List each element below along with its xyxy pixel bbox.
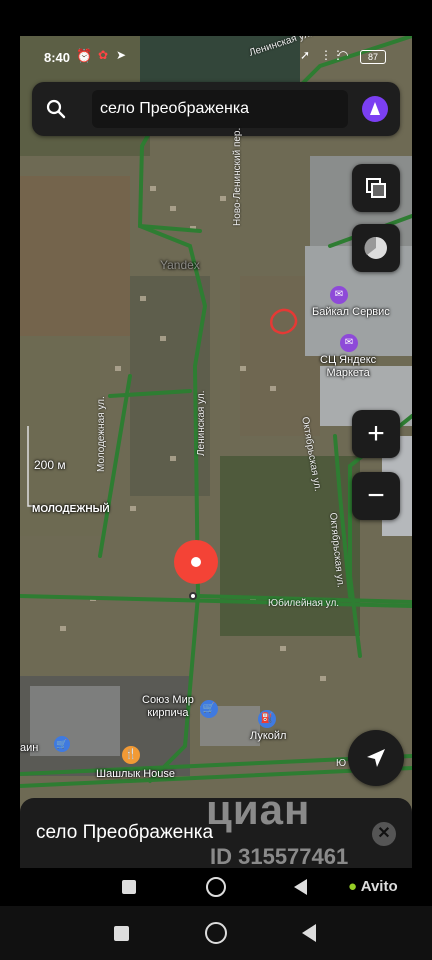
map-pin-icon [174, 540, 218, 584]
search-bar[interactable]: село Преображенка [32, 82, 400, 136]
alarm-icon: ⏰ [76, 48, 93, 63]
layers-icon [366, 178, 386, 198]
cian-watermark: циан [206, 786, 311, 833]
search-icon[interactable] [46, 99, 66, 119]
scale-label: 200 м [34, 458, 66, 472]
close-icon: ✕ [377, 825, 391, 842]
alice-voice-assistant-icon[interactable] [362, 96, 388, 122]
recents-icon[interactable] [122, 880, 136, 894]
back-icon[interactable] [302, 924, 317, 942]
place-title: село Преображенка [36, 822, 214, 843]
avito-logo-icon: ● [348, 878, 358, 895]
restaurant-poi-icon[interactable]: 🍴 [122, 746, 140, 764]
wifi-icon: ◠ [338, 48, 349, 62]
yandex-watermark: Yandex [160, 258, 200, 272]
street-label: Ленинская ул. [196, 390, 207, 457]
zoom-out-button[interactable]: − [352, 472, 400, 520]
night-mode-button[interactable] [352, 224, 400, 272]
poi-label[interactable]: Шашлык House [96, 768, 175, 780]
fuel-poi-icon[interactable]: ⛽ [258, 710, 276, 728]
contrast-icon [364, 236, 387, 259]
poi-label[interactable]: СЦ Яндекс Маркета [320, 354, 376, 380]
close-card-button[interactable]: ✕ [372, 822, 396, 846]
location-pin[interactable] [172, 538, 220, 599]
poi-label[interactable]: Лукойл [250, 730, 286, 742]
listing-id-watermark: ID 315577461 [210, 844, 349, 869]
service-poi-icon[interactable]: ✉ [340, 334, 358, 352]
notification-icon: ✿ [98, 48, 109, 62]
poi-label[interactable]: Союз Мир кирпича [142, 694, 194, 720]
navigation-arrow-icon [367, 749, 385, 767]
location-status-icon: ➚ [300, 48, 311, 62]
pin-anchor-dot [189, 592, 197, 600]
top-black-bar [0, 0, 432, 36]
back-icon[interactable] [294, 879, 308, 895]
status-time: 8:40 [44, 50, 71, 65]
plus-icon: + [367, 417, 385, 450]
shop-poi-icon[interactable]: 🛒 [54, 736, 70, 752]
zoom-in-button[interactable]: + [352, 410, 400, 458]
avito-watermark: ● Avito [348, 878, 398, 895]
my-location-button[interactable] [348, 730, 404, 786]
device-navigation-bar [0, 906, 432, 960]
inner-navigation-bar: ● Avito [20, 868, 412, 906]
recents-icon[interactable] [114, 926, 129, 941]
telegram-icon: ➤ [116, 48, 127, 62]
street-label: Ново-Ленинский пер. [232, 127, 243, 226]
screenshot-frame: 8:40 ⏰ ✿ ➤ ➚ ⋮⋮ ◠ 87 село Преображенка +… [20, 36, 412, 906]
search-input[interactable]: село Преображенка [92, 90, 348, 128]
minus-icon: − [367, 479, 385, 512]
battery-icon: 87 [360, 50, 386, 64]
shop-poi-icon[interactable]: 🛒 [200, 700, 218, 718]
home-icon[interactable] [206, 877, 226, 897]
street-label: Ю [336, 758, 347, 769]
service-poi-icon[interactable]: ✉ [330, 286, 348, 304]
street-label: Юбилейная ул. [268, 598, 340, 609]
layers-button[interactable] [352, 164, 400, 212]
home-icon[interactable] [205, 922, 227, 944]
district-label: МОЛОДЕЖНЫЙ [32, 504, 110, 515]
poi-label[interactable]: Байкал Сервис [312, 306, 390, 318]
battery-level: 87 [367, 52, 378, 62]
street-label: Молодежная ул. [96, 396, 107, 472]
poi-label[interactable]: аин [20, 742, 38, 754]
